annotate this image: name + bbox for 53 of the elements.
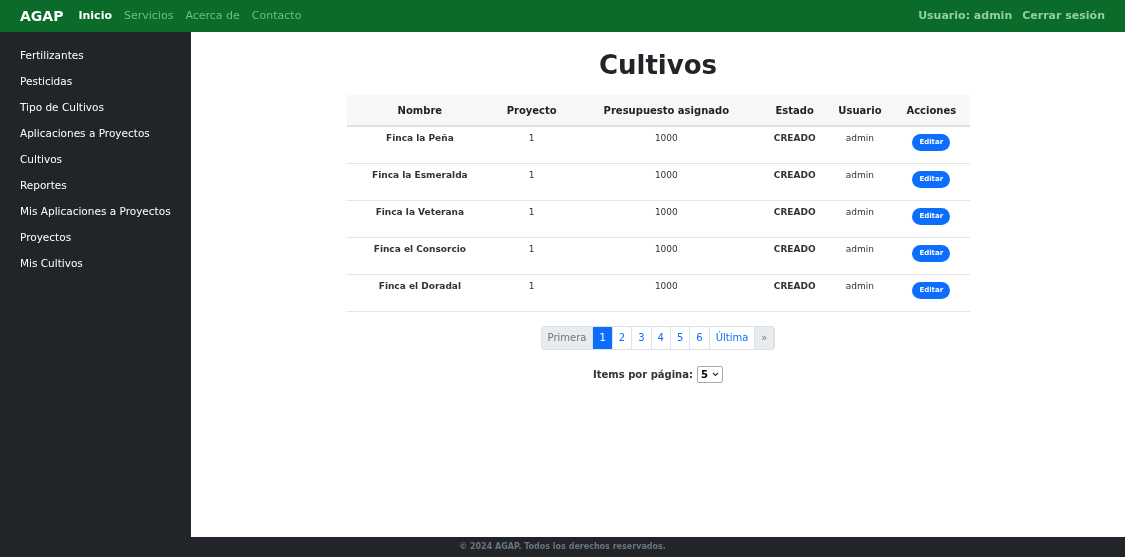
sidebar-item[interactable]: Aplicaciones a Proyectos xyxy=(20,124,171,142)
column-header: Acciones xyxy=(893,95,970,126)
sidebar-item[interactable]: Fertilizantes xyxy=(20,46,171,64)
table-cell: admin xyxy=(826,126,894,163)
table-cell: 1000 xyxy=(570,126,763,163)
sidebar-item[interactable]: Reportes xyxy=(20,176,171,194)
table-cell: CREADO xyxy=(762,200,827,237)
brand-link[interactable]: AGAP xyxy=(20,5,64,27)
table-cell: 1 xyxy=(493,163,571,200)
table-cell: admin xyxy=(826,200,894,237)
table-cell: 1000 xyxy=(570,163,763,200)
items-per-page-select[interactable]: 5 xyxy=(697,365,723,383)
nav-link[interactable]: Servicios xyxy=(120,7,177,25)
sidebar-item[interactable]: Pesticidas xyxy=(20,72,171,90)
table-cell: Finca la Peña xyxy=(346,126,494,163)
copyright-text: © 2024 AGAP. Todos los derechos reservados. xyxy=(459,541,666,553)
nav-link[interactable]: Acerca de xyxy=(182,7,243,25)
user-label: Usuario: admin xyxy=(918,7,1013,24)
table-cell: admin xyxy=(826,274,894,311)
table-cell: 1000 xyxy=(570,274,763,311)
page-link[interactable]: 1 xyxy=(593,326,613,349)
table-cell: admin xyxy=(826,237,894,274)
table-cell: Finca la Veterana xyxy=(346,200,494,237)
table-cell: 1 xyxy=(493,237,571,274)
sidebar-item[interactable]: Tipo de Cultivos xyxy=(20,98,171,116)
nav-link[interactable]: Inicio xyxy=(75,7,115,25)
nav-link[interactable]: Contacto xyxy=(248,7,305,25)
sidebar-item[interactable]: Cultivos xyxy=(20,150,171,168)
chevron-down-icon xyxy=(711,371,719,377)
table-cell: 1000 xyxy=(570,200,763,237)
column-header: Nombre xyxy=(346,95,494,126)
items-per-page-label: Items por página: xyxy=(593,367,693,382)
table-cell: CREADO xyxy=(762,274,827,311)
table-cell: 1 xyxy=(493,126,571,163)
table-cell: admin xyxy=(826,163,894,200)
sidebar-item[interactable]: Mis Aplicaciones a Proyectos xyxy=(20,202,171,220)
page-title: Cultivos xyxy=(598,49,718,82)
sidebar-item[interactable]: Proyectos xyxy=(20,228,171,246)
sidebar-item[interactable]: Mis Cultivos xyxy=(20,254,171,272)
column-header: Estado xyxy=(762,95,827,126)
table-cell: 1 xyxy=(493,274,571,311)
table-cell: CREADO xyxy=(762,163,827,200)
table-cell: CREADO xyxy=(762,126,827,163)
column-header: Presupuesto asignado xyxy=(570,95,763,126)
table-cell: 1000 xyxy=(570,237,763,274)
table-cell: 1 xyxy=(493,200,571,237)
table-cell: Finca el Consorcio xyxy=(346,237,494,274)
column-header: Usuario xyxy=(826,95,894,126)
table-cell: Finca la Esmeralda xyxy=(346,163,494,200)
table-cell: Finca el Doradal xyxy=(346,274,494,311)
column-header: Proyecto xyxy=(493,95,571,126)
logout-link[interactable]: Cerrar sesión xyxy=(1022,7,1105,25)
table-cell: CREADO xyxy=(762,237,827,274)
